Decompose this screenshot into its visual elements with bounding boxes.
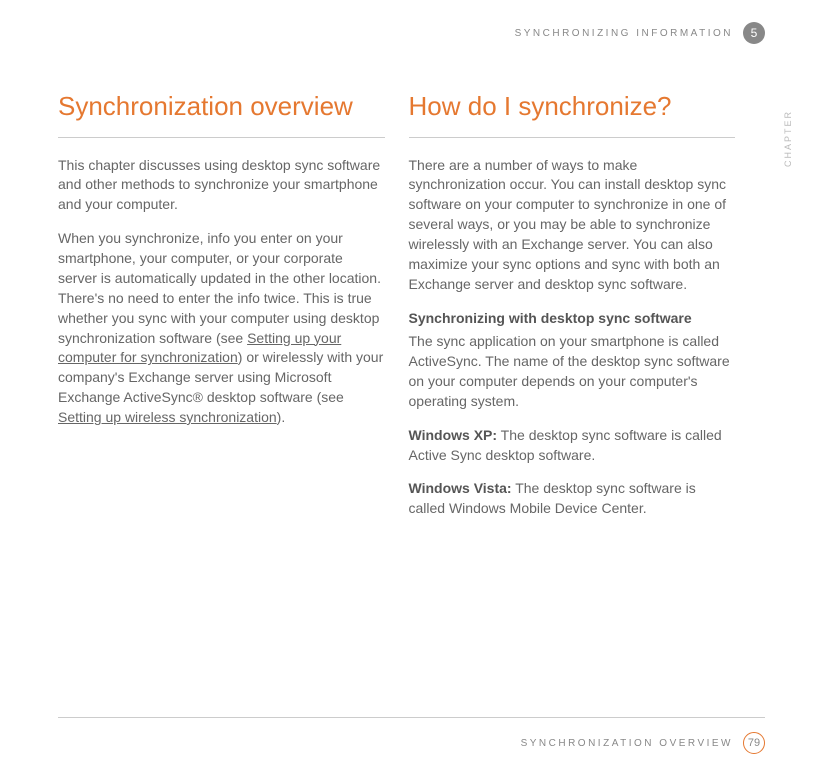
left-heading: Synchronization overview xyxy=(58,90,385,123)
page-header: SYNCHRONIZING INFORMATION 5 xyxy=(515,22,765,44)
right-subheading: Synchronizing with desktop sync software xyxy=(409,309,736,329)
xp-label: Windows XP: xyxy=(409,427,498,443)
right-para-1: There are a number of ways to make synch… xyxy=(409,156,736,295)
page-number-badge: 79 xyxy=(743,732,765,754)
left-para-2: When you synchronize, info you enter on … xyxy=(58,229,385,428)
right-heading: How do I synchronize? xyxy=(409,90,736,123)
header-section-title: SYNCHRONIZING INFORMATION xyxy=(515,28,733,39)
left-divider xyxy=(58,137,385,138)
chapter-number-badge: 5 xyxy=(743,22,765,44)
right-para-2: The sync application on your smartphone … xyxy=(409,332,736,412)
chapter-side-label: CHAPTER xyxy=(783,110,793,167)
right-column: How do I synchronize? There are a number… xyxy=(409,90,736,533)
right-para-vista: Windows Vista: The desktop sync software… xyxy=(409,479,736,519)
left-para2-text-a: When you synchronize, info you enter on … xyxy=(58,230,381,345)
left-para-1: This chapter discusses using desktop syn… xyxy=(58,156,385,216)
link-setup-wireless[interactable]: Setting up wireless synchronization xyxy=(58,409,277,425)
page-footer: SYNCHRONIZATION OVERVIEW 79 xyxy=(58,717,765,754)
left-para2-text-c: ). xyxy=(277,409,286,425)
vista-label: Windows Vista: xyxy=(409,480,512,496)
footer-section-title: SYNCHRONIZATION OVERVIEW xyxy=(521,738,733,749)
main-content: Synchronization overview This chapter di… xyxy=(58,90,735,533)
left-column: Synchronization overview This chapter di… xyxy=(58,90,385,533)
right-para-xp: Windows XP: The desktop sync software is… xyxy=(409,426,736,466)
right-divider xyxy=(409,137,736,138)
